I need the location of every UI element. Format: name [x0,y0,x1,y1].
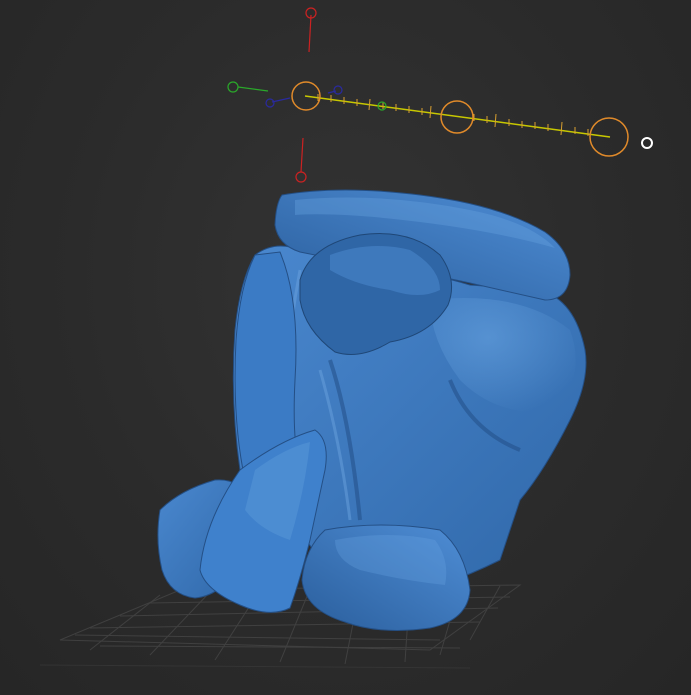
gizmo-y-axis-handle[interactable] [227,81,239,93]
gizmo-z-axis[interactable] [271,97,291,103]
transpose-line [304,95,611,138]
gizmo-z-axis-handle-2[interactable] [333,85,343,95]
3d-viewport[interactable] [0,0,691,695]
gizmo-x-axis-bottom-handle[interactable] [295,171,307,183]
pivot-marker-icon[interactable] [641,137,653,149]
gizmo-y-axis[interactable] [237,86,269,92]
transpose-gizmo[interactable] [227,7,653,183]
transpose-ticks [317,94,589,136]
sculpt-model[interactable] [157,189,587,631]
gizmo-x-axis-top[interactable] [308,14,312,53]
gizmo-z-axis-handle[interactable] [265,98,275,108]
gizmo-x-axis-bottom[interactable] [300,137,304,173]
viewport-canvas[interactable] [0,0,691,695]
